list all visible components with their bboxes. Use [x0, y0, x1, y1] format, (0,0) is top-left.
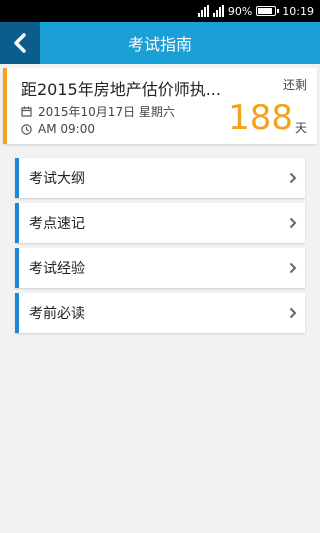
exam-title: 距2015年房地产估价师执...: [21, 80, 221, 99]
exam-countdown-card[interactable]: 距2015年房地产估价师执... 还剩 2015年10月17日 星期六 AM 0…: [3, 68, 317, 144]
remaining-label: 还剩: [282, 78, 307, 92]
days-remaining: 188: [228, 98, 293, 138]
battery-percent: 90%: [227, 4, 253, 18]
exam-time: AM 09:00: [38, 122, 95, 136]
chevron-right-icon: [289, 172, 297, 184]
exam-date: 2015年10月17日 星期六: [38, 105, 175, 119]
signal-icon: [197, 5, 209, 17]
menu-item-pre-exam-reading[interactable]: 考前必读: [15, 293, 305, 333]
battery-icon: [256, 6, 280, 16]
menu-item-label: 考点速记: [29, 216, 85, 232]
clock-icon: [21, 123, 32, 135]
app-bar: 考试指南: [0, 22, 320, 64]
menu-item-exam-experience[interactable]: 考试经验: [15, 248, 305, 288]
chevron-left-icon: [14, 33, 26, 53]
page-title: 考试指南: [127, 35, 192, 54]
exam-time-row: AM 09:00: [21, 122, 95, 136]
chevron-right-icon: [289, 217, 297, 229]
menu-item-key-points[interactable]: 考点速记: [15, 203, 305, 243]
days-unit: 天: [294, 121, 307, 135]
chevron-right-icon: [289, 262, 297, 274]
status-bar: 90% 10:19: [0, 0, 320, 22]
menu-item-exam-syllabus[interactable]: 考试大纲: [15, 158, 305, 198]
clock: 10:19: [282, 4, 314, 18]
menu-item-label: 考试大纲: [29, 171, 85, 187]
calendar-icon: [21, 106, 32, 117]
back-button[interactable]: [0, 22, 40, 64]
signal-icon-2: [212, 5, 224, 17]
menu-item-label: 考前必读: [29, 306, 85, 322]
guide-menu: 考试大纲 考点速记 考试经验 考前必读: [15, 158, 305, 333]
menu-item-label: 考试经验: [29, 261, 85, 277]
chevron-right-icon: [289, 307, 297, 319]
exam-date-row: 2015年10月17日 星期六: [21, 103, 175, 120]
